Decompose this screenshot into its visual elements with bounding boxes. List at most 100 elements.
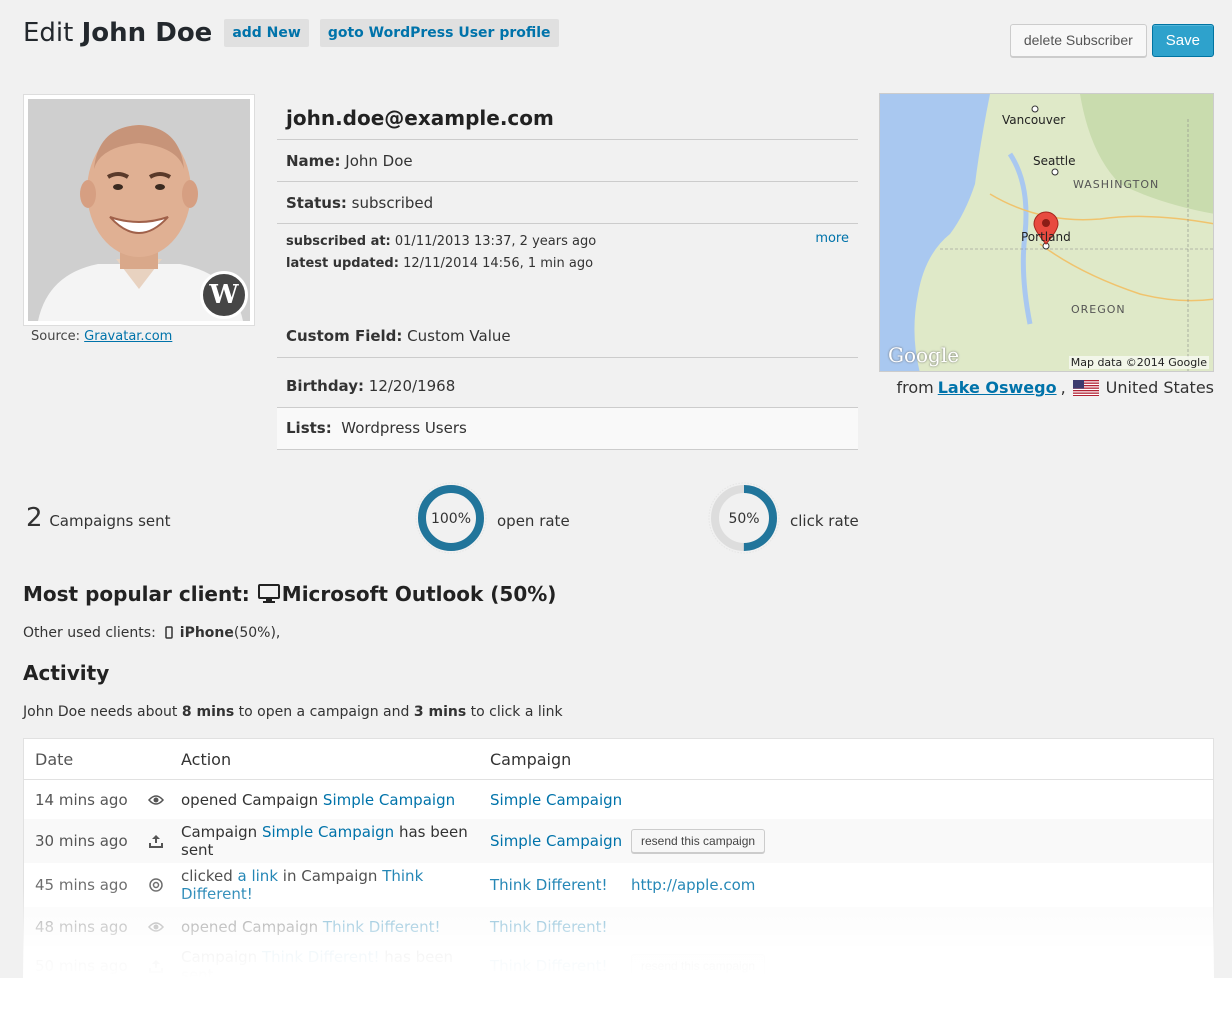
save-button[interactable]: Save (1151, 24, 1214, 57)
page-title: Edit John Doe (23, 18, 212, 48)
status-row: Status: subscribed (277, 182, 858, 224)
custom-field-row: Custom Field: Custom Value (277, 314, 858, 358)
col-date: Date (35, 749, 74, 769)
row-campaign: Think Different! (490, 876, 631, 894)
name-value: John Doe (345, 152, 413, 170)
row-date: 50 mins ago (35, 957, 128, 975)
table-row: 14 mins ago opened Campaign Simple Campa… (24, 780, 1213, 819)
header-actions: delete Subscriber Save (1009, 24, 1214, 57)
open-rate-gauge: 100% (415, 482, 487, 554)
activity-table-body: Date Action Campaign 14 mins ago opened … (23, 738, 1214, 978)
avatar: W (23, 94, 255, 326)
delete-subscriber-button[interactable]: delete Subscriber (1009, 24, 1147, 57)
avatar-image: W (28, 99, 250, 321)
summary-part-2: to open a campaign and (238, 704, 410, 720)
campaign-link[interactable]: Think Different! (490, 918, 608, 936)
resend-campaign-button[interactable]: resend this campaign (631, 954, 766, 978)
open-time: 8 mins (181, 704, 235, 720)
updated-value: 12/11/2014 14:56, 1 min ago (403, 256, 594, 271)
other-clients-label: Other used clients: (23, 625, 156, 641)
location-info: from Lake Oswego, United States (897, 378, 1215, 397)
subscriber-details: john.doe@example.com Name: John Doe Stat… (277, 94, 858, 450)
row-campaign: Think Different! (490, 957, 631, 975)
avatar-source: Source: Gravatar.com (31, 329, 172, 344)
meta-row: subscribed at: 01/11/2013 13:37, 2 years… (277, 224, 858, 314)
action-campaign-link[interactable]: Simple Campaign (323, 791, 455, 809)
action-text-mid: in Campaign (282, 867, 378, 885)
row-icon-cell (130, 878, 181, 892)
other-client-name: iPhone (179, 625, 234, 641)
comma: , (1060, 378, 1066, 397)
row-date: 30 mins ago (35, 832, 128, 850)
row-action: Campaign Simple Campaign has been sent (181, 823, 490, 859)
from-label: from (896, 378, 934, 397)
row-date: 14 mins ago (35, 790, 128, 809)
map-label-vancouver: Vancouver (1002, 113, 1066, 127)
map-label-washington: WASHINGTON (1073, 178, 1160, 191)
click-rate-gauge: 50% (708, 482, 780, 554)
row-extra: resend this campaign (631, 829, 1213, 853)
lists-value: Wordpress Users (341, 419, 467, 437)
subscribed-at: subscribed at: 01/11/2013 13:37, 2 years… (286, 231, 849, 253)
table-row: 30 mins ago Campaign Simple Campaign has… (24, 819, 1213, 863)
most-popular-client: Most popular client: Microsoft Outlook (… (23, 582, 556, 606)
row-action: clicked a link in Campaign Think Differe… (181, 867, 490, 903)
row-campaign: Think Different! (490, 918, 631, 936)
title-prefix: Edit (23, 18, 74, 48)
campaign-link[interactable]: Simple Campaign (490, 791, 622, 809)
row-date: 48 mins ago (35, 917, 128, 936)
at-icon (148, 878, 163, 892)
subscribed-value: 01/11/2013 13:37, 2 years ago (394, 234, 597, 249)
us-flag-icon (1072, 379, 1099, 396)
row-extra: http://apple.com (631, 876, 1213, 894)
action-campaign-link[interactable]: Think Different! (323, 918, 441, 936)
add-new-button[interactable]: add New (224, 19, 309, 47)
activity-summary: John Doe needs about 8 mins to open a ca… (23, 704, 563, 720)
source-label: Source: (31, 329, 81, 344)
action-text: clicked (181, 867, 233, 885)
location-map[interactable]: Vancouver Seattle WASHINGTON Portland OR… (879, 93, 1214, 372)
table-row: 45 mins ago clicked a link in Campaign T… (24, 863, 1213, 907)
popular-client-label: Most popular client: (23, 582, 250, 606)
table-header: Date Action Campaign (24, 739, 1213, 780)
latest-updated: latest updated: 12/11/2014 14:56, 1 min … (286, 253, 849, 275)
campaign-link[interactable]: Simple Campaign (490, 832, 622, 850)
name-label: Name: (286, 152, 341, 170)
email: john.doe@example.com (277, 94, 858, 140)
lists-label: Lists: (286, 419, 332, 437)
table-row: 48 mins ago opened Campaign Think Differ… (24, 907, 1213, 946)
row-campaign: Simple Campaign (490, 832, 631, 850)
campaign-link[interactable]: Think Different! (490, 957, 608, 975)
action-campaign-link[interactable]: Think Different! (262, 948, 380, 966)
more-link[interactable]: more (815, 231, 849, 246)
resend-campaign-button[interactable]: resend this campaign (631, 829, 766, 853)
action-text: Campaign (181, 823, 258, 841)
map-copyright: Map data ©2014 Google (1068, 356, 1209, 369)
birthday-row: Birthday: 12/20/1968 (277, 358, 858, 408)
open-rate-label: open rate (497, 512, 570, 530)
eye-icon (147, 921, 164, 932)
row-action: opened Campaign Think Different! (181, 918, 490, 936)
city-link[interactable]: Lake Oswego (938, 378, 1057, 397)
gravatar-link[interactable]: Gravatar.com (84, 329, 172, 344)
campaigns-sent-count: 2 (26, 503, 43, 533)
action-campaign-link[interactable]: Simple Campaign (262, 823, 394, 841)
other-clients: Other used clients: iPhone (50%), (23, 625, 280, 641)
action-text: Campaign (181, 948, 258, 966)
campaigns-sent: 2 Campaigns sent (26, 503, 171, 533)
desktop-icon (257, 584, 280, 603)
row-icon-cell (130, 959, 181, 973)
campaign-link[interactable]: Think Different! (490, 876, 608, 894)
action-link[interactable]: a link (238, 867, 279, 885)
popular-client-value: Microsoft Outlook (50%) (281, 582, 557, 606)
page-header: Edit John Doe add New goto WordPress Use… (23, 18, 559, 48)
campaigns-sent-label: Campaigns sent (49, 512, 171, 530)
action-text: opened Campaign (181, 917, 319, 936)
birthday-label: Birthday: (286, 377, 364, 395)
action-text: opened Campaign (181, 790, 319, 809)
click-time: 3 mins (413, 704, 467, 720)
clicked-url-link[interactable]: http://apple.com (631, 876, 755, 894)
goto-profile-button[interactable]: goto WordPress User profile (319, 19, 559, 47)
wordpress-logo-icon: W (200, 271, 248, 319)
subscribed-label: subscribed at: (286, 234, 391, 249)
